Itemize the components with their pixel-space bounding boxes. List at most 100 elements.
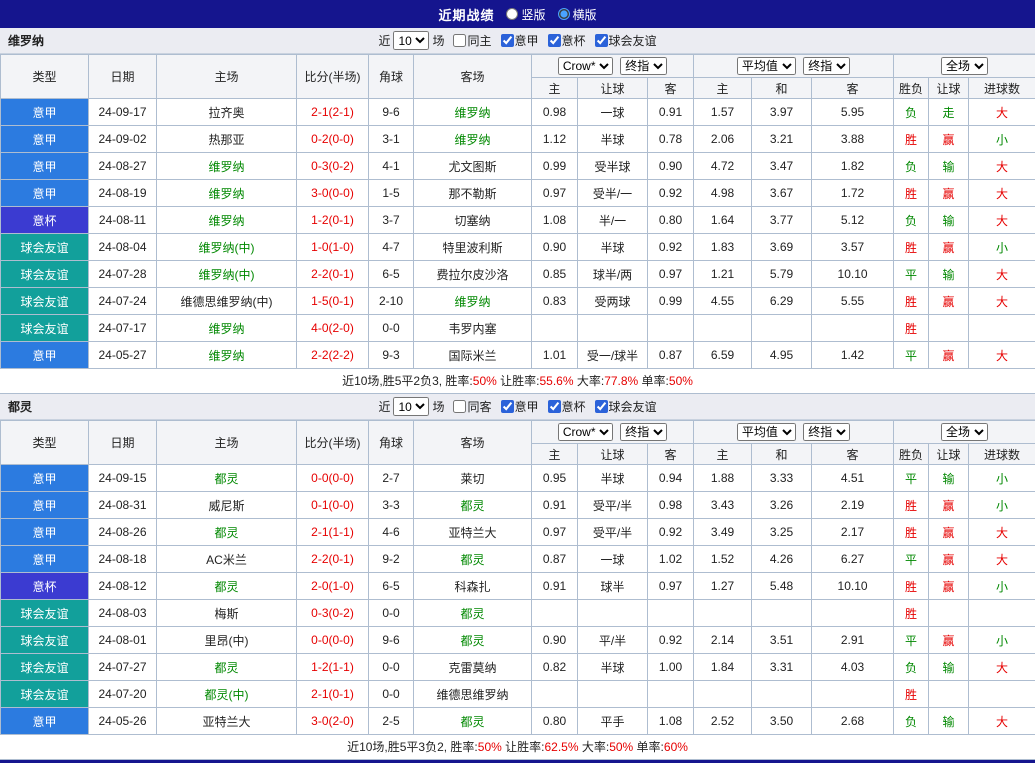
- avg-away-cell: 5.55: [812, 288, 894, 315]
- result-cell: 平: [894, 627, 929, 654]
- odds-final-select[interactable]: 终指: [620, 423, 667, 441]
- home-team-cell: 亚特兰大: [157, 708, 297, 735]
- col-home: 主场: [157, 55, 297, 99]
- summary-segment: 50%: [473, 374, 497, 388]
- avg-odds-select[interactable]: 平均值: [737, 423, 796, 441]
- result-cell: 胜: [894, 519, 929, 546]
- score-cell: 0-0(0-0): [297, 627, 369, 654]
- avg-draw-cell: 3.33: [752, 465, 812, 492]
- home-team-cell: 拉齐奥: [157, 99, 297, 126]
- col-type: 类型: [1, 55, 89, 99]
- handicap-result-cell: 输: [929, 261, 969, 288]
- filter-league-serie-a[interactable]: 意甲: [501, 32, 539, 49]
- date-cell: 24-07-27: [89, 654, 157, 681]
- col-away: 客场: [414, 55, 532, 99]
- match-row: 意甲24-08-19维罗纳3-0(0-0)1-5那不勒斯0.97受半/一0.92…: [1, 180, 1035, 207]
- avg-draw-cell: 3.77: [752, 207, 812, 234]
- fulltime-scope-select[interactable]: 全场: [941, 423, 988, 441]
- filter-league-italy-cup[interactable]: 意杯: [548, 398, 586, 415]
- handicap-result-cell: 赢: [929, 342, 969, 369]
- summary-segment: 大率:: [579, 740, 610, 754]
- result-cell: 胜: [894, 681, 929, 708]
- layout-radio-vertical[interactable]: 竖版: [506, 6, 545, 23]
- score-cell: 0-0(0-0): [297, 465, 369, 492]
- serie-a-checkbox[interactable]: [501, 34, 514, 47]
- filter-same-home[interactable]: 同主: [453, 32, 491, 49]
- handicap-result-cell: 赢: [929, 627, 969, 654]
- club-friendly-label: 球会友谊: [609, 32, 657, 49]
- league-type-cell: 球会友谊: [1, 654, 89, 681]
- avg-draw-cell: 3.69: [752, 234, 812, 261]
- league-type-cell: 意甲: [1, 342, 89, 369]
- fulltime-scope-select[interactable]: 全场: [941, 57, 988, 75]
- match-row: 意甲24-09-17拉齐奥2-1(2-1)9-6维罗纳0.98一球0.911.5…: [1, 99, 1035, 126]
- league-type-cell: 球会友谊: [1, 261, 89, 288]
- avg-final-select[interactable]: 终指: [803, 423, 850, 441]
- avg-odds-select[interactable]: 平均值: [737, 57, 796, 75]
- summary-row: 近10场,胜5平3负2, 胜率:50% 让胜率:62.5% 大率:50% 单率:…: [0, 735, 1035, 760]
- goals-result-cell: 大: [969, 288, 1035, 315]
- recent-count-select[interactable]: 10: [393, 397, 429, 416]
- match-row: 意杯24-08-11维罗纳1-2(0-1)3-7切塞纳1.08半/一0.801.…: [1, 207, 1035, 234]
- result-cell: 胜: [894, 492, 929, 519]
- club-friendly-checkbox[interactable]: [595, 400, 608, 413]
- summary-segment: 单率:: [633, 740, 664, 754]
- vertical-radio-input[interactable]: [506, 8, 518, 20]
- match-row: 球会友谊24-08-04维罗纳(中)1-0(1-0)4-7特里波利斯0.90半球…: [1, 234, 1035, 261]
- odds-away-cell: 0.90: [648, 153, 694, 180]
- handicap-result-cell: 输: [929, 207, 969, 234]
- odds-home-cell: 0.97: [532, 519, 578, 546]
- col-avg-away: 客: [812, 78, 894, 99]
- club-friendly-checkbox[interactable]: [595, 34, 608, 47]
- avg-final-select[interactable]: 终指: [803, 57, 850, 75]
- filter-same-away[interactable]: 同客: [453, 398, 491, 415]
- layout-radio-horizontal[interactable]: 横版: [558, 6, 597, 23]
- match-row: 意甲24-08-31威尼斯0-1(0-0)3-3都灵0.91受平/半0.983.…: [1, 492, 1035, 519]
- italy-cup-checkbox[interactable]: [548, 400, 561, 413]
- filter-league-club-friendly[interactable]: 球会友谊: [595, 398, 657, 415]
- odds-home-cell: 1.01: [532, 342, 578, 369]
- same-home-checkbox[interactable]: [453, 34, 466, 47]
- odds-away-cell: 0.92: [648, 180, 694, 207]
- home-team-cell: 维罗纳: [157, 153, 297, 180]
- avg-home-cell: 2.14: [694, 627, 752, 654]
- italy-cup-checkbox[interactable]: [548, 34, 561, 47]
- date-cell: 24-08-04: [89, 234, 157, 261]
- home-team-cell: 都灵: [157, 519, 297, 546]
- summary-segment: 大率:: [574, 374, 605, 388]
- odds-company-select[interactable]: Crow*: [558, 57, 613, 75]
- avg-away-cell: 3.57: [812, 234, 894, 261]
- col-away: 客场: [414, 421, 532, 465]
- avg-away-cell: 3.88: [812, 126, 894, 153]
- avg-draw-cell: 3.50: [752, 708, 812, 735]
- filter-league-club-friendly[interactable]: 球会友谊: [595, 32, 657, 49]
- handicap-cell: 半球: [578, 465, 648, 492]
- horizontal-radio-input[interactable]: [558, 8, 570, 20]
- goals-result-cell: [969, 315, 1035, 342]
- corner-cell: 0-0: [369, 600, 414, 627]
- odds-home-cell: 0.97: [532, 180, 578, 207]
- same-away-checkbox[interactable]: [453, 400, 466, 413]
- avg-home-cell: 1.64: [694, 207, 752, 234]
- handicap-cell: 半球: [578, 126, 648, 153]
- filter-league-italy-cup[interactable]: 意杯: [548, 32, 586, 49]
- col-score: 比分(半场): [297, 421, 369, 465]
- avg-draw-cell: 3.47: [752, 153, 812, 180]
- odds-final-select[interactable]: 终指: [620, 57, 667, 75]
- odds-company-select[interactable]: Crow*: [558, 423, 613, 441]
- recent-count-select[interactable]: 10: [393, 31, 429, 50]
- odds-home-cell: 1.08: [532, 207, 578, 234]
- odds-away-cell: 0.97: [648, 261, 694, 288]
- home-team-cell: 里昂(中): [157, 627, 297, 654]
- avg-home-cell: 2.06: [694, 126, 752, 153]
- handicap-cell: 平手: [578, 708, 648, 735]
- avg-home-cell: 1.84: [694, 654, 752, 681]
- date-cell: 24-08-01: [89, 627, 157, 654]
- avg-home-cell: 3.49: [694, 519, 752, 546]
- odds-away-cell: 0.92: [648, 519, 694, 546]
- serie-a-checkbox[interactable]: [501, 400, 514, 413]
- away-team-cell: 维罗纳: [414, 99, 532, 126]
- filter-league-serie-a[interactable]: 意甲: [501, 398, 539, 415]
- col-handicap-result: 让球: [929, 78, 969, 99]
- away-team-cell: 特里波利斯: [414, 234, 532, 261]
